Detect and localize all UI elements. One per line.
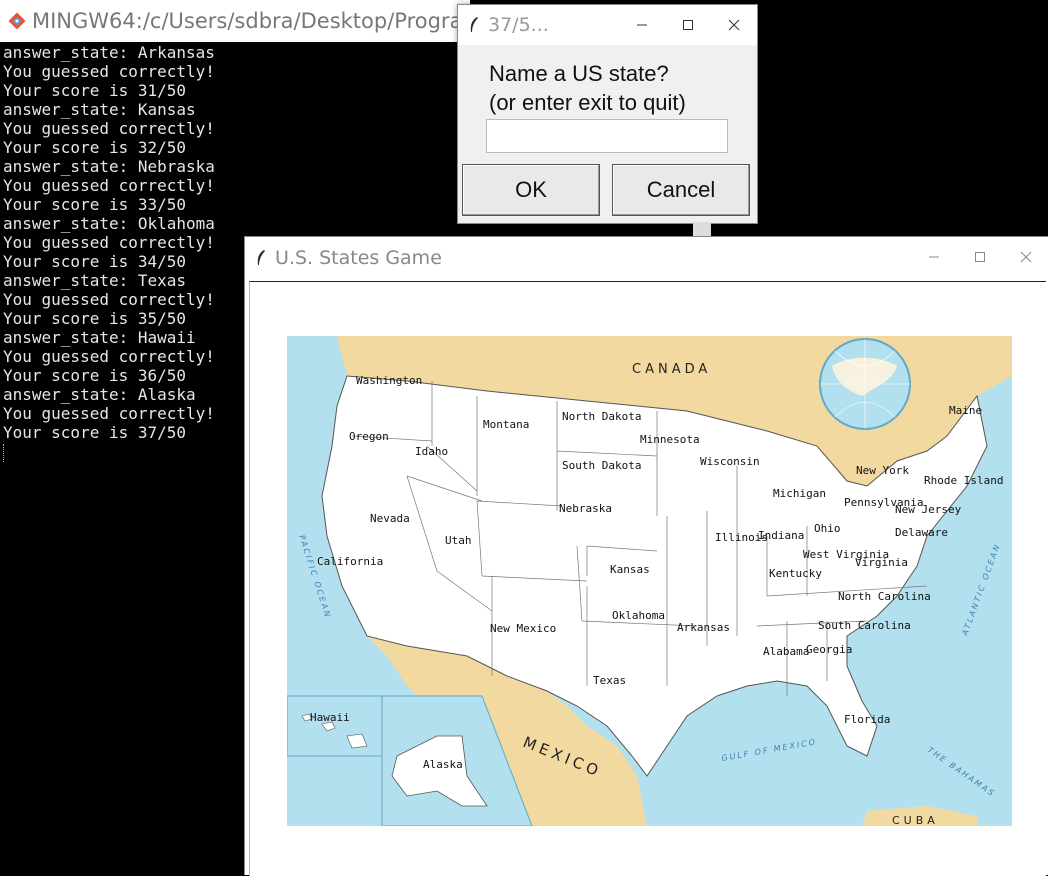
terminal-line: You guessed correctly! [3,119,215,138]
cancel-button[interactable]: Cancel [612,164,750,216]
dialog-prompt: Name a US state? (or enter exit to quit) [489,59,686,117]
state-label-rhode-island: Rhode Island [924,474,1003,487]
state-label-florida: Florida [844,713,890,726]
state-label-new-york: New York [856,464,909,477]
state-label-utah: Utah [445,534,472,547]
state-label-oklahoma: Oklahoma [612,609,665,622]
hawaii-inset [287,695,383,757]
terminal-line: You guessed correctly! [3,62,215,81]
state-label-new-mexico: New Mexico [490,622,556,635]
state-label-ohio: Ohio [814,522,841,535]
dialog-title: 37/5... [488,14,549,36]
state-label-nebraska: Nebraska [559,502,612,515]
state-label-north-dakota: North Dakota [562,410,641,423]
state-label-illinois: Illinois [715,531,768,544]
maximize-button[interactable] [665,5,711,45]
terminal-line: answer_state: Nebraska [3,157,215,176]
close-button[interactable] [1003,237,1048,277]
close-icon [1020,251,1032,263]
states-game-window[interactable]: U.S. States Game CANADA MEXICO CUBA PACI… [244,236,1048,876]
game-title: U.S. States Game [275,247,442,269]
maximize-icon [683,20,693,30]
close-button[interactable] [711,5,757,45]
minimize-icon [929,256,939,258]
cuba-label: CUBA [892,814,939,826]
state-label-michigan: Michigan [773,487,826,500]
terminal-titlebar[interactable]: MINGW64:/c/Users/sdbra/Desktop/Progra [0,0,470,42]
dialog-titlebar[interactable]: 37/5... [458,5,757,45]
state-label-washington: Washington [356,374,422,387]
state-label-kentucky: Kentucky [769,567,822,580]
tk-feather-icon [470,17,478,32]
state-label-arkansas: Arkansas [677,621,730,634]
state-label-oregon: Oregon [349,430,389,443]
close-icon [728,19,740,31]
state-label-hawaii: Hawaii [310,711,350,724]
state-answer-input[interactable] [486,119,728,153]
game-titlebar[interactable]: U.S. States Game [245,237,1048,279]
state-label-south-dakota: South Dakota [562,459,641,472]
prompt-line-2: (or enter exit to quit) [489,90,686,115]
maximize-button[interactable] [957,237,1003,277]
state-label-kansas: Kansas [610,563,650,576]
terminal-cursor [3,444,6,462]
terminal-line: Your score is 32/50 [3,138,187,157]
terminal-line: You guessed correctly! [3,176,215,195]
terminal-line: answer_state: Oklahoma [3,214,215,233]
window-edge [693,222,711,236]
git-bash-icon [8,12,26,30]
minimize-icon [637,24,647,26]
state-label-minnesota: Minnesota [640,433,700,446]
ok-button[interactable]: OK [462,164,600,216]
state-label-montana: Montana [483,418,529,431]
state-label-wisconsin: Wisconsin [700,455,760,468]
state-label-alabama: Alabama [763,645,809,658]
terminal-line: Your score is 33/50 [3,195,187,214]
prompt-line-1: Name a US state? [489,61,669,86]
state-label-idaho: Idaho [415,445,448,458]
terminal-line: Your score is 31/50 [3,81,187,100]
state-prompt-dialog[interactable]: 37/5... Name a US state? (or enter exit … [457,4,758,224]
canada-label: CANADA [632,362,711,377]
minimize-button[interactable] [911,237,957,277]
state-label-delaware: Delaware [895,526,948,539]
minimize-button[interactable] [619,5,665,45]
state-label-alaska: Alaska [423,758,463,771]
state-label-south-carolina: South Carolina [818,619,911,632]
state-label-maine: Maine [949,404,982,417]
terminal-line: answer_state: Arkansas [3,43,215,62]
terminal-line: answer_state: Kansas [3,100,196,119]
tk-feather-icon [257,250,265,265]
turtle-canvas[interactable]: CANADA MEXICO CUBA PACIFIC OCEAN ATLANTI… [249,281,1046,876]
us-states-map[interactable]: CANADA MEXICO CUBA PACIFIC OCEAN ATLANTI… [287,336,1012,826]
state-label-california: California [317,555,383,568]
state-label-virginia: Virginia [855,556,908,569]
state-label-new-jersey: New Jersey [895,503,962,516]
maximize-icon [975,252,985,262]
terminal-title: MINGW64:/c/Users/sdbra/Desktop/Progra [32,9,463,33]
state-label-nevada: Nevada [370,512,410,525]
state-label-north-carolina: North Carolina [838,590,931,603]
globe-inset-icon [819,338,911,430]
state-label-georgia: Georgia [806,643,852,656]
state-label-texas: Texas [593,674,626,687]
